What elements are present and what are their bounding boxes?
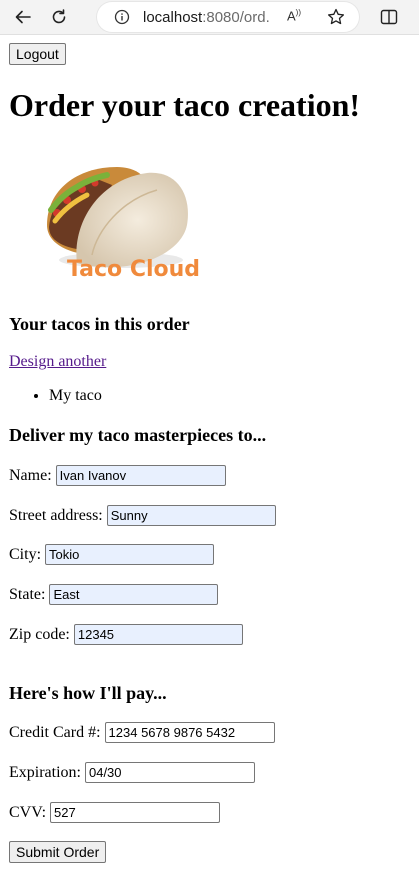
back-arrow-icon <box>15 10 31 24</box>
pay-heading: Here's how I'll pay... <box>9 683 167 703</box>
logo-text: Taco Cloud <box>67 257 201 282</box>
credit-card-label: Credit Card #: <box>9 723 101 741</box>
deliver-heading: Deliver my taco masterpieces to... <box>9 425 267 445</box>
state-label: State: <box>9 585 46 603</box>
favorite-star-icon[interactable] <box>326 7 346 27</box>
expiration-row: Expiration: <box>9 762 255 783</box>
zip-field[interactable] <box>73 624 243 645</box>
back-button[interactable] <box>6 0 40 34</box>
page-content: Logout Order your taco creation! Taco Cl… <box>0 35 419 875</box>
refresh-button[interactable] <box>42 0 76 34</box>
browser-toolbar: localhost:8080/ord... A)) <box>0 0 419 35</box>
url-host: localhost <box>143 8 203 26</box>
read-aloud-icon[interactable]: A)) <box>287 8 301 23</box>
taco-cloud-logo: Taco Cloud <box>37 155 202 290</box>
cvv-row: CVV: <box>9 802 221 823</box>
list-item: My taco <box>49 387 102 405</box>
name-label: Name: <box>9 466 52 484</box>
taco-list: My taco <box>9 387 102 405</box>
refresh-icon <box>52 9 66 24</box>
street-field[interactable] <box>106 505 276 526</box>
zip-label: Zip code: <box>9 625 70 643</box>
city-row: City: <box>9 544 215 565</box>
address-bar[interactable]: localhost:8080/ord... A)) <box>97 2 359 32</box>
state-row: State: <box>9 584 219 605</box>
expiration-field[interactable] <box>84 762 255 783</box>
state-field[interactable] <box>49 584 219 605</box>
url-path: :8080/ord... <box>202 8 271 26</box>
name-field[interactable] <box>55 465 226 486</box>
submit-order-button[interactable]: Submit Order <box>9 841 107 863</box>
cvv-field[interactable] <box>50 802 221 823</box>
zip-row: Zip code: <box>9 624 243 645</box>
street-row: Street address: <box>9 505 276 526</box>
split-screen-icon[interactable] <box>379 7 399 27</box>
expiration-label: Expiration: <box>9 763 81 781</box>
city-label: City: <box>9 545 42 563</box>
tacos-heading: Your tacos in this order <box>9 314 190 334</box>
url-text: localhost:8080/ord... <box>143 9 271 26</box>
city-field[interactable] <box>45 544 215 565</box>
credit-card-row: Credit Card #: <box>9 722 275 743</box>
credit-card-field[interactable] <box>104 722 275 743</box>
cvv-label: CVV: <box>9 803 47 821</box>
design-another-link[interactable]: Design another <box>9 353 106 371</box>
logout-button[interactable]: Logout <box>9 43 66 65</box>
name-row: Name: <box>9 465 226 486</box>
street-label: Street address: <box>9 506 103 524</box>
page-title: Order your taco creation! <box>9 87 361 123</box>
site-info-icon[interactable] <box>114 9 130 25</box>
